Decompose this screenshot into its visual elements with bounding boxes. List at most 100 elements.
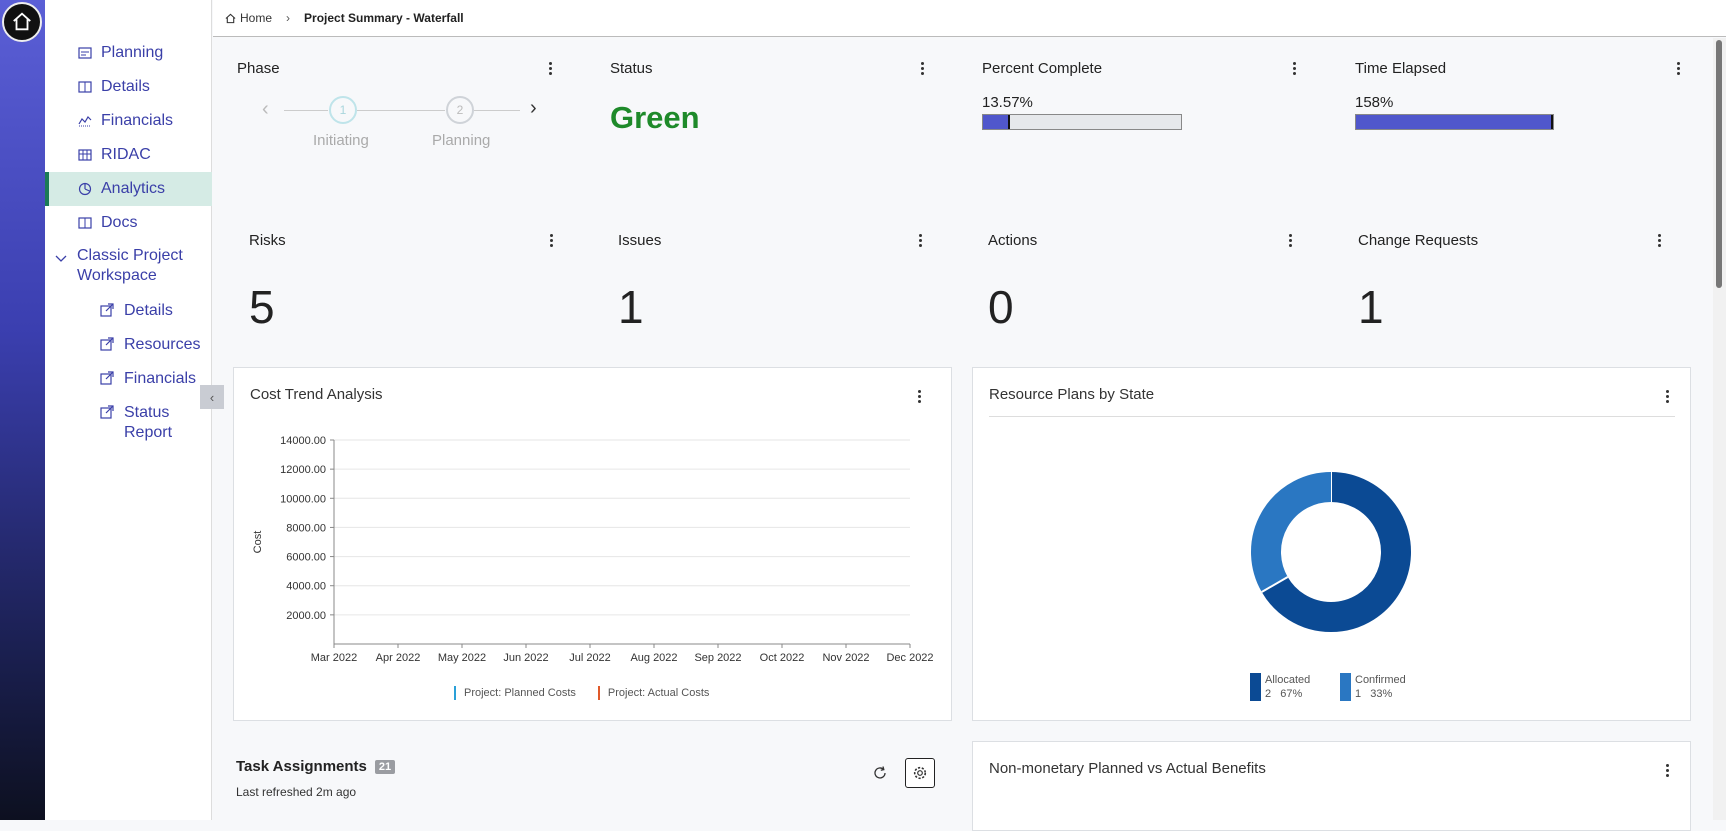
sidebar-item-label: Planning: [101, 44, 164, 61]
legend-allocated-label: Allocated: [1265, 674, 1311, 686]
y-tick-label: 4000.00: [286, 581, 326, 593]
percent-complete-title: Percent Complete: [982, 60, 1103, 77]
external-link-icon: [100, 405, 116, 443]
breadcrumb-home-link[interactable]: Home: [225, 11, 272, 25]
actions-count: 0: [988, 281, 1014, 333]
sidebar-item-planning[interactable]: Planning: [45, 36, 212, 70]
sidebar-item-analytics[interactable]: Analytics: [45, 172, 212, 206]
time-elapsed-value: 158%: [1355, 94, 1394, 111]
x-tick-label: Jun 2022: [503, 652, 548, 664]
home-icon: [225, 13, 236, 23]
time-elapsed-title: Time Elapsed: [1355, 60, 1447, 77]
phase-step-1-label: Initiating: [313, 132, 369, 149]
x-tick-label: Oct 2022: [760, 652, 805, 664]
sidebar-subitem-status-report[interactable]: Status Report: [100, 403, 212, 443]
x-tick-label: Aug 2022: [630, 652, 677, 664]
cost-trend-card: Cost Trend Analysis 2000.00 4000.00 6000.0…: [233, 367, 952, 721]
issues-count: 1: [618, 281, 644, 333]
task-assignments-title: Task Assignments 21: [236, 758, 396, 775]
sidebar-item-ridac[interactable]: RIDAC: [45, 138, 212, 172]
actions-menu-button[interactable]: [1282, 232, 1298, 248]
percent-complete-value: 13.57%: [982, 94, 1033, 111]
change-requests-count: 1: [1358, 281, 1384, 333]
gear-icon: [913, 766, 927, 780]
issues-menu-button[interactable]: [912, 232, 928, 248]
x-tick-label: Apr 2022: [376, 652, 421, 664]
resource-plans-donut: [1251, 472, 1411, 632]
change-requests-title: Change Requests: [1358, 232, 1479, 249]
analytics-icon: [77, 181, 93, 197]
breadcrumb-current: Project Summary - Waterfall: [304, 11, 464, 25]
task-assignments-label: Task Assignments: [236, 758, 367, 775]
home-button[interactable]: [2, 2, 42, 42]
status-title: Status: [610, 60, 653, 77]
legend-label-actual[interactable]: Project: Actual Costs: [608, 687, 710, 699]
financials-icon: [77, 113, 93, 129]
docs-icon: [77, 215, 93, 231]
y-tick-label: 2000.00: [286, 610, 326, 622]
sidebar-item-label: Analytics: [101, 180, 166, 197]
home-icon: [13, 12, 31, 31]
phase-step-1[interactable]: 1: [329, 96, 357, 124]
x-tick-label: Dec 2022: [886, 652, 933, 664]
refresh-button[interactable]: [865, 758, 895, 788]
benefits-card: Non-monetary Planned vs Actual Benefits: [972, 741, 1691, 831]
donut-slice-confirmed[interactable]: [1251, 472, 1332, 592]
time-elapsed-bar: [1355, 114, 1554, 130]
x-tick-label: May 2022: [438, 652, 486, 664]
cost-trend-menu-button[interactable]: [911, 388, 927, 404]
sidebar-item-label: Financials: [101, 112, 174, 129]
table-icon: [77, 147, 93, 163]
change-requests-menu-button[interactable]: [1651, 232, 1667, 248]
external-link-icon: [100, 337, 116, 357]
phase-title: Phase: [237, 60, 280, 77]
y-tick-label: 10000.00: [280, 493, 326, 505]
next-phase-icon[interactable]: ›: [530, 97, 537, 120]
x-tick-label: Mar 2022: [311, 652, 357, 664]
resource-plans-card: Resource Plans by State Allocated 2 67% C…: [972, 367, 1691, 721]
sidebar-item-details[interactable]: Details: [45, 70, 212, 104]
status-menu-button[interactable]: [914, 60, 930, 76]
benefits-menu-button[interactable]: [1659, 762, 1675, 778]
sidebar-item-label: Details: [101, 78, 150, 95]
settings-button[interactable]: [905, 758, 935, 788]
status-value: Green: [610, 100, 700, 135]
phase-menu-button[interactable]: [542, 60, 558, 76]
y-axis-label: Cost: [252, 531, 264, 554]
sidebar-item-financials[interactable]: Financials: [45, 104, 212, 138]
sidebar-subitem-financials[interactable]: Financials: [100, 369, 212, 391]
risks-title: Risks: [249, 232, 286, 249]
sidebar-subitem-label: Details: [124, 302, 173, 319]
breadcrumb-home-label: Home: [240, 11, 273, 25]
sidebar-subitem-details[interactable]: Details: [100, 301, 212, 323]
actions-title: Actions: [988, 232, 1038, 249]
details-icon: [77, 79, 93, 95]
chevron-right-icon: ›: [286, 11, 291, 25]
breadcrumb: Home › Project Summary - Waterfall: [213, 0, 1726, 37]
chevron-down-icon: [55, 250, 67, 270]
sidebar-subitem-label: Financials: [124, 370, 197, 387]
sidebar-subitem-label: Resources: [124, 336, 201, 353]
sidebar: Planning Details Financials RIDAC Analyt…: [45, 0, 212, 820]
sidebar-subitem-resources[interactable]: Resources: [100, 335, 212, 357]
legend-confirmed-label: Confirmed: [1355, 674, 1406, 686]
phase-step-2[interactable]: 2: [446, 96, 474, 124]
scrollbar-thumb[interactable]: [1716, 40, 1722, 288]
x-tick-label: Nov 2022: [822, 652, 869, 664]
risks-menu-button[interactable]: [543, 232, 559, 248]
sidebar-item-docs[interactable]: Docs: [45, 206, 212, 240]
phase-step-2-label: Planning: [432, 132, 491, 149]
legend-label-planned[interactable]: Project: Planned Costs: [464, 687, 576, 699]
x-tick-label: Sep 2022: [694, 652, 741, 664]
y-tick-label: 8000.00: [286, 522, 326, 534]
resource-plans-menu-button[interactable]: [1659, 388, 1675, 404]
refresh-icon: [874, 766, 886, 779]
planning-icon: [77, 45, 93, 61]
time-elapsed-menu-button[interactable]: [1670, 60, 1686, 76]
external-link-icon: [100, 303, 116, 323]
page-scrollbar[interactable]: [1713, 38, 1726, 820]
y-tick-label: 12000.00: [280, 464, 326, 476]
percent-complete-menu-button[interactable]: [1286, 60, 1302, 76]
sidebar-item-label: Docs: [101, 214, 138, 231]
prev-phase-icon[interactable]: ‹: [262, 98, 269, 121]
